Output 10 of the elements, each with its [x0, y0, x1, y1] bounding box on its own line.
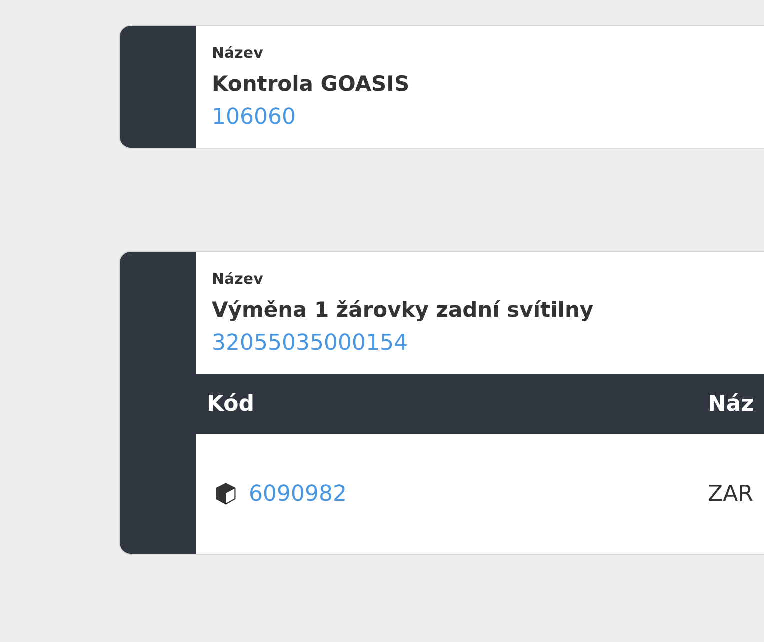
item-title: Výměna 1 žárovky zadní svítilny — [212, 297, 595, 324]
column-header: Kód — [206, 392, 256, 416]
table-cell-text: ZAR — [707, 482, 754, 506]
column-header: Náz — [707, 392, 756, 416]
item-title: Kontrola GOASIS — [212, 71, 411, 98]
code-link[interactable]: 32055035000154 — [212, 328, 748, 360]
part-code-link[interactable]: 6090982 — [249, 482, 347, 506]
field-label: Název — [212, 269, 264, 290]
field-label: Název — [212, 43, 264, 64]
code-link[interactable]: 106060 — [212, 102, 748, 134]
